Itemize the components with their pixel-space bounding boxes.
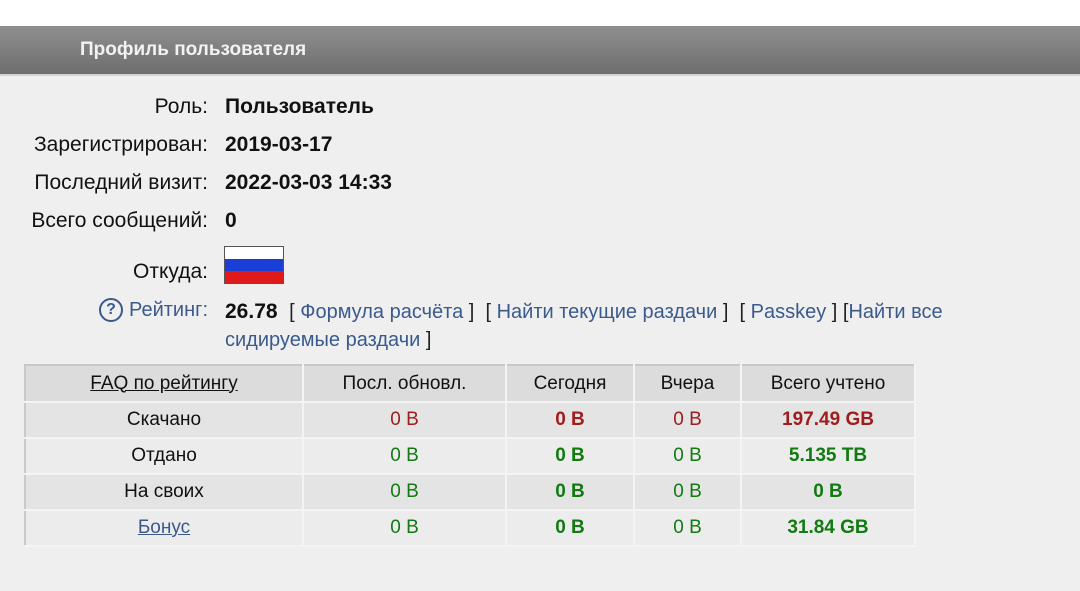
table-row: Скачано 0 B 0 B 0 B 197.49 GB — [25, 402, 916, 439]
table-row: На своих 0 B 0 B 0 B 0 B — [25, 474, 916, 511]
cell-today: 0 B — [506, 438, 635, 475]
role-value: Пользователь — [225, 95, 374, 118]
row-label-uploaded: Отдано — [25, 438, 304, 475]
registered-label: Зарегистрирован: — [33, 133, 208, 156]
last-visit-label: Последний визит: — [34, 171, 208, 194]
col-total: Всего учтено — [741, 365, 916, 403]
rating-label[interactable]: Рейтинг: — [129, 299, 208, 321]
role-row: Роль: Пользователь — [0, 95, 1080, 125]
top-strip — [0, 0, 1080, 26]
last-visit-value: 2022-03-03 14:33 — [225, 171, 392, 194]
page-title: Профиль пользователя — [80, 39, 307, 60]
from-label: Откуда: — [133, 260, 208, 283]
messages-label: Всего сообщений: — [31, 209, 208, 232]
cell-last: 0 B — [303, 402, 507, 439]
role-label: Роль: — [154, 95, 208, 118]
from-row: Откуда: — [0, 260, 1080, 290]
cell-today: 0 B — [506, 402, 635, 439]
last-visit-row: Последний визит: 2022-03-03 14:33 — [0, 171, 1080, 201]
registered-value: 2019-03-17 — [225, 133, 333, 156]
cell-yesterday: 0 B — [634, 510, 742, 547]
messages-value: 0 — [225, 209, 237, 232]
cell-last: 0 B — [303, 438, 507, 475]
bonus-link[interactable]: Бонус — [25, 510, 304, 547]
formula-link[interactable]: Формула расчёта — [300, 301, 463, 323]
cell-last: 0 B — [303, 510, 507, 547]
table-row: Отдано 0 B 0 B 0 B 5.135 TB — [25, 438, 916, 475]
cell-yesterday: 0 B — [634, 474, 742, 511]
stats-header-row: FAQ по рейтингу Посл. обновл. Сегодня Вч… — [25, 365, 916, 403]
table-row: Бонус 0 B 0 B 0 B 31.84 GB — [25, 510, 916, 547]
cell-total: 197.49 GB — [741, 402, 916, 439]
cell-today: 0 B — [506, 510, 635, 547]
passkey-link[interactable]: Passkey — [751, 301, 827, 323]
russia-flag-icon — [224, 246, 284, 284]
rating-block: 26.78 [ Формула расчёта ] [ Найти текущи… — [225, 300, 943, 351]
cell-total: 5.135 TB — [741, 438, 916, 475]
cell-last: 0 B — [303, 474, 507, 511]
messages-row: Всего сообщений: 0 — [0, 209, 1080, 239]
current-torrents-link[interactable]: Найти текущие раздачи — [497, 301, 718, 323]
cell-today: 0 B — [506, 474, 635, 511]
col-last-update: Посл. обновл. — [303, 365, 507, 403]
row-label-downloaded: Скачано — [25, 402, 304, 439]
registered-row: Зарегистрирован: 2019-03-17 — [0, 133, 1080, 163]
col-today: Сегодня — [506, 365, 635, 403]
cell-yesterday: 0 B — [634, 402, 742, 439]
row-label-own: На своих — [25, 474, 304, 511]
rating-value: 26.78 — [225, 300, 278, 323]
profile-header: Профиль пользователя — [0, 26, 1080, 76]
help-icon[interactable]: ? — [99, 298, 124, 322]
stats-table: FAQ по рейтингу Посл. обновл. Сегодня Вч… — [24, 364, 916, 547]
faq-rating-link[interactable]: FAQ по рейтингу — [25, 365, 304, 403]
cell-total: 31.84 GB — [741, 510, 916, 547]
cell-total: 0 B — [741, 474, 916, 511]
col-yesterday: Вчера — [634, 365, 742, 403]
cell-yesterday: 0 B — [634, 438, 742, 475]
